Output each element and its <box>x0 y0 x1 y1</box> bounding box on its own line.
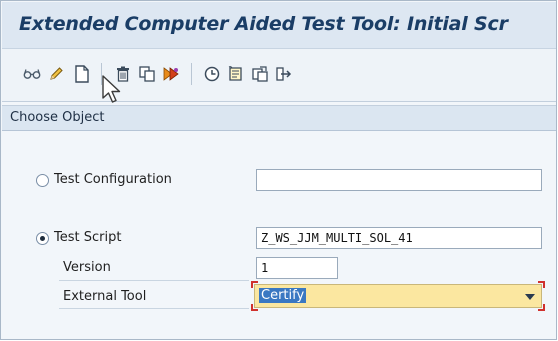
test-configuration-label: Test Configuration <box>54 172 172 187</box>
version-field[interactable]: 1 <box>256 257 338 279</box>
choose-object-header: Choose Object <box>2 105 556 131</box>
version-label: Version <box>63 260 111 275</box>
pencil-change-icon[interactable] <box>46 64 66 84</box>
external-tool-label: External Tool <box>63 289 147 304</box>
page-title: Extended Computer Aided Test Tool: Initi… <box>19 13 508 35</box>
test-script-label: Test Script <box>54 230 122 245</box>
main-window: Extended Computer Aided Test Tool: Initi… <box>0 0 557 340</box>
test-configuration-radio[interactable] <box>36 174 49 187</box>
choose-object-title: Choose Object <box>10 110 105 125</box>
external-tool-dropdown[interactable]: Certify <box>254 284 542 308</box>
mouse-pointer-icon <box>102 75 121 103</box>
test-script-radio[interactable] <box>36 232 49 245</box>
copy-object-icon[interactable] <box>250 64 270 84</box>
radio-selected-dot <box>40 236 45 241</box>
application-toolbar <box>2 49 556 102</box>
focus-corner-top-left <box>251 281 258 288</box>
create-document-icon[interactable] <box>72 64 92 84</box>
focus-corner-bottom-right <box>538 304 545 311</box>
test-script-field[interactable]: Z_WS_JJM_MULTI_SOL_41 <box>256 227 542 249</box>
label-underline <box>59 280 249 281</box>
toolbar-separator <box>191 63 192 85</box>
label-underline <box>59 308 249 309</box>
title-bar: Extended Computer Aided Test Tool: Initi… <box>2 2 556 49</box>
copy-icon[interactable] <box>137 64 157 84</box>
focus-corner-top-right <box>538 281 545 288</box>
glasses-display-icon[interactable] <box>22 64 42 84</box>
test-configuration-field[interactable] <box>256 169 542 191</box>
transport-arrow-icon[interactable] <box>274 64 294 84</box>
focus-corner-bottom-left <box>251 304 258 311</box>
clock-history-icon[interactable] <box>202 64 222 84</box>
execute-icon[interactable] <box>162 64 182 84</box>
external-tool-value: Certify <box>259 288 307 303</box>
chevron-down-icon[interactable] <box>525 294 535 300</box>
notes-icon[interactable] <box>226 64 246 84</box>
